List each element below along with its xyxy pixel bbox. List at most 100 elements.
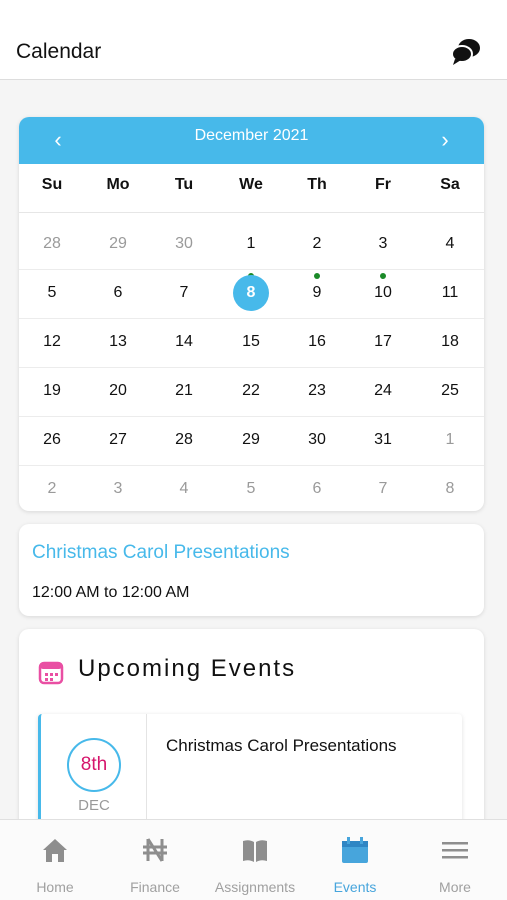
- calendar-week-row: 5 6 7 8 9 10 11: [19, 270, 484, 319]
- calendar-day-number: 30: [308, 431, 326, 448]
- calendar-day[interactable]: 3: [360, 221, 406, 267]
- next-month-button[interactable]: ›: [425, 123, 465, 157]
- calendar-day-number: 16: [308, 333, 326, 350]
- calendar-day[interactable]: 8: [427, 466, 473, 511]
- calendar-day-number: 24: [374, 382, 392, 399]
- calendar-day[interactable]: 31: [360, 417, 406, 463]
- calendar-day-number: 15: [242, 333, 260, 350]
- calendar-day-number: 1: [246, 235, 256, 252]
- calendar-day[interactable]: 23: [294, 368, 340, 414]
- calendar-day[interactable]: 16: [294, 319, 340, 365]
- event-name: Christmas Carol Presentations: [166, 736, 397, 755]
- calendar-day[interactable]: 5: [228, 466, 274, 511]
- calendar-day[interactable]: 21: [161, 368, 207, 414]
- calendar-day-number: 5: [47, 284, 57, 301]
- calendar-day-number: 3: [378, 235, 388, 252]
- calendar-day[interactable]: 29: [228, 417, 274, 463]
- calendar-day[interactable]: 2: [294, 221, 340, 267]
- calendar-day-number: 4: [179, 480, 189, 497]
- calendar-day-number: 12: [43, 333, 61, 350]
- weekday-label: Su: [41, 176, 63, 193]
- calendar-week-row: 12 13 14 15 16 17 18: [19, 319, 484, 368]
- page-title: Calendar: [16, 40, 102, 63]
- calendar-day[interactable]: 11: [427, 270, 473, 316]
- calendar-day[interactable]: 20: [95, 368, 141, 414]
- calendar-day[interactable]: 4: [161, 466, 207, 511]
- weekday-label: Sa: [440, 176, 460, 193]
- calendar-day[interactable]: 27: [95, 417, 141, 463]
- calendar-day-number: 22: [242, 382, 260, 399]
- calendar-day[interactable]: 29: [95, 221, 141, 267]
- calendar-day[interactable]: 12: [29, 319, 75, 365]
- calendar-day-number: 6: [312, 480, 322, 497]
- calendar-day[interactable]: 18: [427, 319, 473, 365]
- calendar-day[interactable]: 3: [95, 466, 141, 511]
- calendar-day[interactable]: 10: [360, 270, 406, 316]
- tab-assignments[interactable]: Assignments: [205, 820, 305, 900]
- upcoming-events-title: Upcoming Events: [78, 655, 297, 682]
- calendar-day-number: 10: [374, 284, 392, 301]
- calendar-day[interactable]: 25: [427, 368, 473, 414]
- tab-events[interactable]: Events: [305, 820, 405, 900]
- chat-bubbles-icon[interactable]: [450, 37, 482, 67]
- calendar-day-number: 3: [113, 480, 123, 497]
- calendar-day[interactable]: 26: [29, 417, 75, 463]
- event-dot: [314, 273, 320, 279]
- calendar-day[interactable]: 13: [95, 319, 141, 365]
- calendar-day[interactable]: 7: [161, 270, 207, 316]
- weekday-row: Su Mo Tu We Th Fr Sa: [19, 164, 484, 213]
- calendar-day[interactable]: 1: [427, 417, 473, 463]
- calendar-day-number: 25: [441, 382, 459, 399]
- calendar-week-row: 26 27 28 29 30 31 1: [19, 417, 484, 466]
- calendar-day-number: 2: [47, 480, 57, 497]
- calendar-day[interactable]: 6: [95, 270, 141, 316]
- calendar-week-row: 2 3 4 5 6 7 8: [19, 466, 484, 511]
- tab-label: Home: [36, 879, 74, 895]
- calendar-day-number: 14: [175, 333, 193, 350]
- calendar-day[interactable]: 28: [161, 417, 207, 463]
- calendar-day-number: 28: [175, 431, 193, 448]
- calendar-day[interactable]: 22: [228, 368, 274, 414]
- tab-finance[interactable]: Finance: [105, 820, 205, 900]
- calendar-day-number: 29: [242, 431, 260, 448]
- calendar-day-number: 29: [109, 235, 127, 252]
- calendar-day[interactable]: 15: [228, 319, 274, 365]
- calendar-day-number: 8: [445, 480, 455, 497]
- calendar-day[interactable]: 4: [427, 221, 473, 267]
- calendar-day-number: 9: [312, 284, 322, 301]
- calendar-header: ‹ December 2021 ›: [19, 117, 484, 164]
- calendar-day[interactable]: 2: [29, 466, 75, 511]
- calendar-day[interactable]: 14: [161, 319, 207, 365]
- event-time: 12:00 AM to 12:00 AM: [32, 584, 190, 601]
- weekday-label: We: [239, 176, 263, 193]
- calendar-day[interactable]: 24: [360, 368, 406, 414]
- calendar-day-number: 20: [109, 382, 127, 399]
- calendar-day[interactable]: 28: [29, 221, 75, 267]
- calendar-day-number: 17: [374, 333, 392, 350]
- month-label: December 2021: [194, 127, 309, 144]
- calendar-day[interactable]: 6: [294, 466, 340, 511]
- calendar-day-number: 5: [246, 480, 256, 497]
- calendar-day-number: 8: [233, 275, 269, 311]
- calendar-day[interactable]: 8: [228, 270, 274, 316]
- calendar-day[interactable]: 30: [161, 221, 207, 267]
- calendar-day[interactable]: 9: [294, 270, 340, 316]
- calendar-day[interactable]: 1: [228, 221, 274, 267]
- calendar-icon: [38, 659, 64, 685]
- calendar-day-number: 1: [445, 431, 455, 448]
- calendar-day[interactable]: 5: [29, 270, 75, 316]
- calendar-icon: [341, 836, 369, 864]
- calendar-day[interactable]: 7: [360, 466, 406, 511]
- calendar-day[interactable]: 17: [360, 319, 406, 365]
- tab-home[interactable]: Home: [5, 820, 105, 900]
- calendar-day-number: 13: [109, 333, 127, 350]
- selected-event-card[interactable]: Christmas Carol Presentations 12:00 AM t…: [19, 524, 484, 616]
- calendar-day-number: 7: [179, 284, 189, 301]
- naira-icon: [141, 836, 169, 864]
- calendar-day[interactable]: 19: [29, 368, 75, 414]
- calendar-day[interactable]: 30: [294, 417, 340, 463]
- tab-more[interactable]: More: [405, 820, 505, 900]
- tab-label: More: [439, 879, 471, 895]
- calendar-day-number: 28: [43, 235, 61, 252]
- event-day: 8th: [67, 738, 121, 792]
